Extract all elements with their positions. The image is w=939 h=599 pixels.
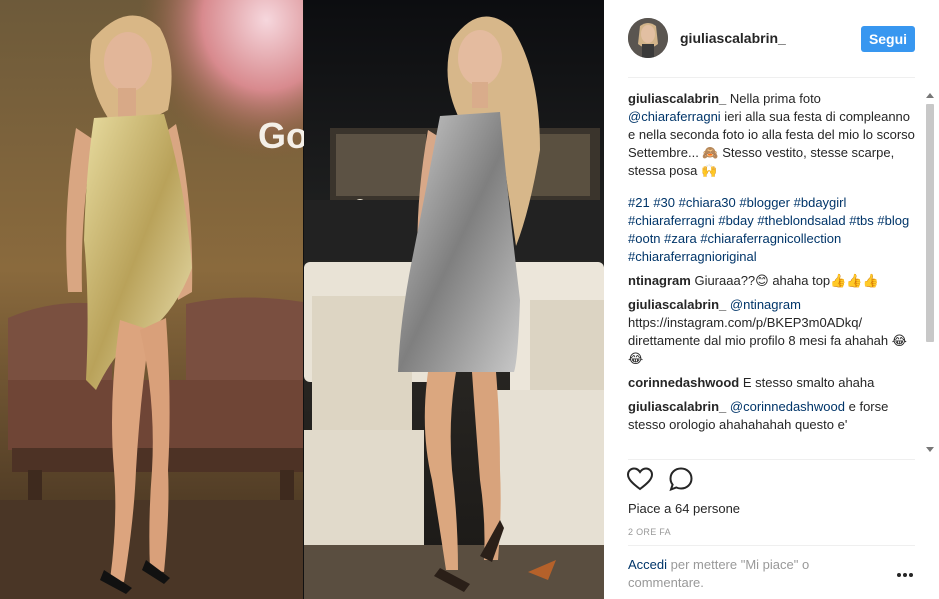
more-options-icon[interactable] [897, 564, 919, 577]
comment-username[interactable]: giuliascalabrin_ [628, 399, 726, 414]
post-header: giuliascalabrin_ Segui [604, 0, 939, 78]
comment-item: giuliascalabrin_ @corinnedashwood e fors… [628, 398, 915, 434]
hashtag[interactable]: #21 [628, 195, 650, 210]
scroll-down-icon[interactable] [926, 447, 934, 452]
comment-text: https://instagram.com/p/BKEP3m0ADkq/ dir… [628, 315, 907, 366]
hashtag[interactable]: #chiaraferragnioriginal [628, 249, 757, 264]
login-divider [628, 545, 915, 546]
comment-mention[interactable]: @corinnedashwood [730, 399, 845, 414]
comments-scrollbar[interactable] [923, 90, 937, 456]
post-photo[interactable]: Go [0, 0, 604, 599]
scroll-up-icon[interactable] [926, 93, 934, 98]
hashtag[interactable]: #blogger [739, 195, 790, 210]
avatar-image [628, 18, 668, 58]
caption-hashtags: #21 #30 #chiara30 #blogger #bdaygirl #ch… [628, 194, 915, 266]
comment-item: giuliascalabrin_ @ntinagram https://inst… [628, 296, 915, 368]
header-divider [628, 77, 915, 78]
hashtag[interactable]: #bdaygirl [794, 195, 847, 210]
hashtag[interactable]: #chiaraferragnicollection [700, 231, 841, 246]
photo-overlay-text: Go [258, 115, 308, 156]
comment-icon[interactable] [668, 466, 694, 492]
collage-image: Go [0, 0, 604, 599]
caption-mention[interactable]: @chiaraferragni [628, 109, 721, 124]
comment-username[interactable]: ntinagram [628, 273, 691, 288]
hashtag[interactable]: #chiara30 [679, 195, 736, 210]
comment-username[interactable]: giuliascalabrin_ [628, 297, 726, 312]
comment-item: ntinagram Giuraaa??😊 ahaha top👍👍👍 [628, 272, 915, 290]
post-side-panel: giuliascalabrin_ Segui giuliascalabrin_ … [604, 0, 939, 599]
caption-username[interactable]: giuliascalabrin_ [628, 91, 726, 106]
scrollbar-thumb[interactable] [926, 104, 934, 342]
comment-username[interactable]: corinnedashwood [628, 375, 739, 390]
comments-list[interactable]: giuliascalabrin_ Nella prima foto @chiar… [628, 90, 915, 456]
heart-icon[interactable] [626, 466, 654, 492]
caption: giuliascalabrin_ Nella prima foto @chiar… [628, 90, 915, 180]
hashtag[interactable]: #blog [877, 213, 909, 228]
username-link[interactable]: giuliascalabrin_ [680, 30, 786, 46]
hashtag[interactable]: #tbs [849, 213, 874, 228]
login-prompt: Accedi per mettere "Mi piace" o commenta… [628, 556, 858, 592]
hashtag[interactable]: #zara [664, 231, 697, 246]
login-link[interactable]: Accedi [628, 557, 667, 572]
hashtag[interactable]: #theblondsalad [757, 213, 845, 228]
avatar[interactable] [628, 18, 668, 58]
likes-count[interactable]: Piace a 64 persone [628, 501, 740, 516]
comment-item: corinnedashwood E stesso smalto ahaha [628, 374, 915, 392]
follow-button[interactable]: Segui [861, 26, 915, 52]
hashtag[interactable]: #ootn [628, 231, 661, 246]
hashtag[interactable]: #chiaraferragni [628, 213, 715, 228]
comment-text: Giuraaa??😊 ahaha top👍👍👍 [690, 273, 879, 288]
hashtag[interactable]: #bday [718, 213, 753, 228]
caption-text-part1: Nella prima foto [726, 91, 821, 106]
hashtag[interactable]: #30 [653, 195, 675, 210]
actions-divider [628, 459, 915, 460]
comment-text: E stesso smalto ahaha [739, 375, 875, 390]
comment-mention[interactable]: @ntinagram [730, 297, 801, 312]
post-timestamp[interactable]: 2 ORE FA [628, 527, 671, 537]
